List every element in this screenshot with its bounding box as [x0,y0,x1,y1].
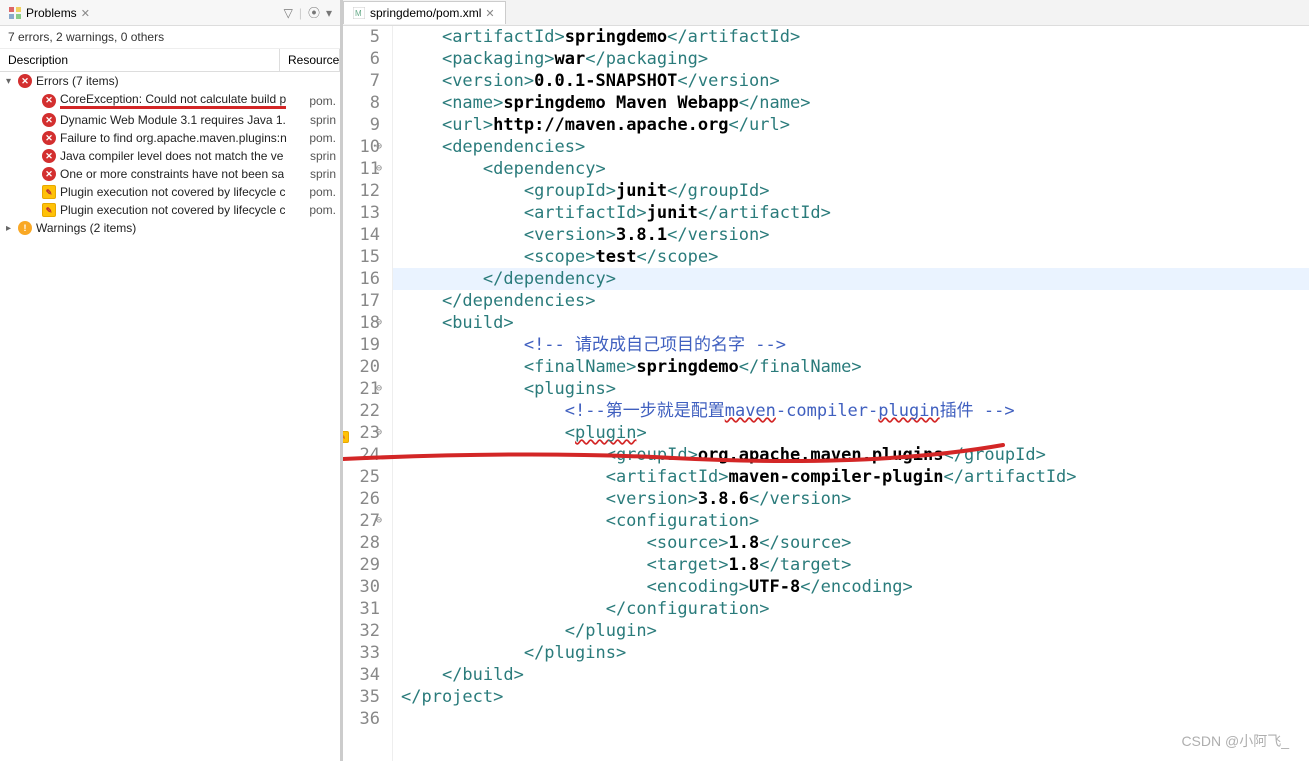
problems-columns: Description Resource [0,49,340,72]
editor-code[interactable]: <artifactId>springdemo</artifactId> <pac… [393,26,1309,761]
tree-item[interactable]: ✕Dynamic Web Module 3.1 requires Java 1.… [0,111,340,129]
focus-icon[interactable]: ⦿ [308,4,320,21]
menu-icon[interactable]: ▾ [326,6,332,20]
problems-tree[interactable]: ▾✕Errors (7 items)✕CoreException: Could … [0,72,340,761]
tree-item[interactable]: ✕CoreException: Could not calculate buil… [0,90,340,111]
svg-text:M: M [355,9,362,18]
editor-tab-title: springdemo/pom.xml [370,6,481,20]
editor-panel: M springdemo/pom.xml ✕ 56789101112131415… [343,0,1309,761]
filter-icon[interactable]: ▽ [284,6,293,20]
editor-tab[interactable]: M springdemo/pom.xml ✕ [343,1,506,24]
problems-panel: Problems ✕ ▽ | ⦿ ▾ 7 errors, 2 warnings,… [0,0,343,761]
problems-tab-title[interactable]: Problems [26,6,77,20]
close-icon[interactable]: ✕ [485,7,497,19]
close-icon[interactable]: ✕ [81,7,93,19]
col-resource[interactable]: Resource [280,49,340,71]
tree-item[interactable]: ✎Plugin execution not covered by lifecyc… [0,201,340,219]
xml-file-icon: M [352,6,366,20]
tree-group[interactable]: ▾✕Errors (7 items) [0,72,340,90]
editor-body[interactable]: 567891011121314151617181920212223✎242526… [343,26,1309,761]
problems-summary: 7 errors, 2 warnings, 0 others [0,26,340,49]
col-description[interactable]: Description [0,49,280,71]
editor-gutter: 567891011121314151617181920212223✎242526… [343,26,393,761]
problems-tabbar: Problems ✕ ▽ | ⦿ ▾ [0,0,340,26]
tree-item[interactable]: ✕Failure to find org.apache.maven.plugin… [0,129,340,147]
tree-item[interactable]: ✕Java compiler level does not match the … [0,147,340,165]
tree-group[interactable]: ▸!Warnings (2 items) [0,219,340,237]
tree-item[interactable]: ✕One or more constraints have not been s… [0,165,340,183]
watermark: CSDN @小阿飞_ [1181,731,1289,751]
tree-item[interactable]: ✎Plugin execution not covered by lifecyc… [0,183,340,201]
problems-icon [8,6,22,20]
editor-tabbar: M springdemo/pom.xml ✕ [343,0,1309,26]
